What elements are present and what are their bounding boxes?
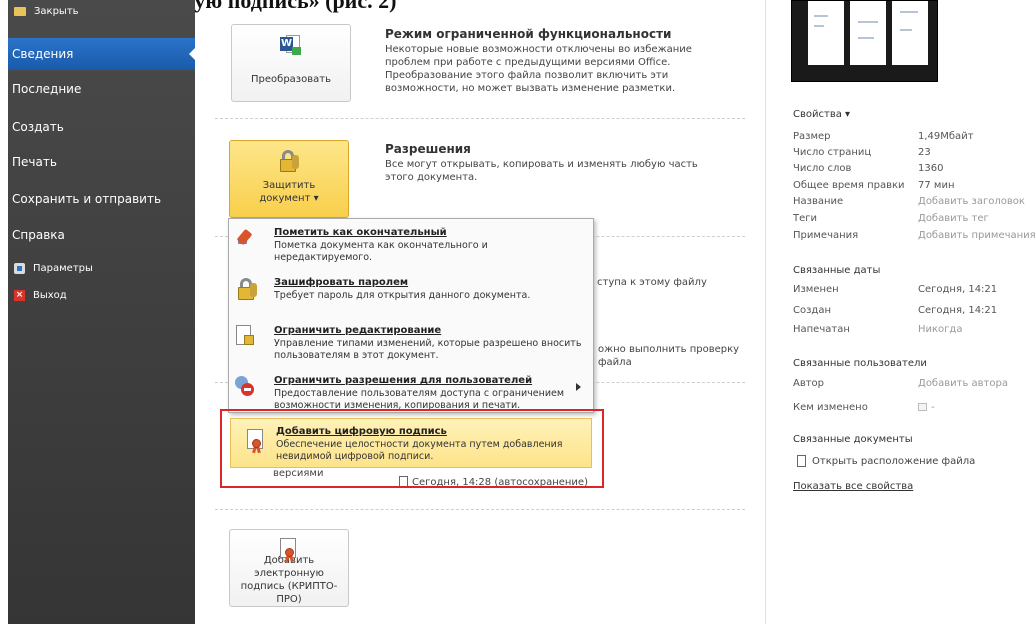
sidebar-item-label: Сохранить и отправить xyxy=(12,192,162,206)
sidebar-item-exit[interactable]: × Выход xyxy=(8,286,195,304)
options-icon xyxy=(14,262,25,274)
sidebar-item-label: Сведения xyxy=(12,47,74,61)
document-icon xyxy=(797,455,806,467)
folder-icon xyxy=(14,6,26,16)
convert-button[interactable]: W Преобразовать xyxy=(231,24,351,102)
exit-icon: × xyxy=(14,289,25,301)
document-preview-thumbnail[interactable] xyxy=(791,0,938,82)
file-text-fragment: файла xyxy=(598,357,632,368)
prop-key: Название xyxy=(793,196,844,207)
prop-key: Автор xyxy=(793,378,825,389)
sidebar-item-label: Параметры xyxy=(33,262,93,274)
sidebar-item-label: Печать xyxy=(12,155,57,169)
menu-item-desc: Требует пароль для открытия данного доку… xyxy=(274,290,531,301)
sidebar-item-help[interactable]: Справка xyxy=(8,219,195,251)
related-docs-title: Связанные документы xyxy=(793,434,913,445)
prop-key: Напечатан xyxy=(793,324,850,335)
permissions-title: Разрешения xyxy=(385,142,471,156)
add-tag-field[interactable]: Добавить тег xyxy=(918,213,989,224)
add-comments-field[interactable]: Добавить примечания xyxy=(918,230,1036,241)
sidebar-item-label: Создать xyxy=(12,120,64,134)
menu-item-desc: Управление типами изменений, которые раз… xyxy=(274,338,582,361)
menu-item-encrypt-password[interactable]: Зашифровать паролем Требует пароль для о… xyxy=(229,271,593,311)
access-text-fragment: ступа к этому файлу xyxy=(597,277,707,288)
prop-value: 23 xyxy=(918,147,931,158)
properties-dropdown[interactable]: Свойства ▾ xyxy=(793,109,850,120)
menu-item-restrict-editing[interactable]: Ограничить редактирование Управление тип… xyxy=(229,319,593,361)
protect-label-line2: документ ▾ xyxy=(259,193,319,204)
certificate-icon xyxy=(278,538,300,563)
prop-key: Кем изменено xyxy=(793,402,868,413)
prop-key: Теги xyxy=(793,213,818,224)
permissions-text: Все могут открывать, копировать и изменя… xyxy=(385,159,698,183)
annotation-highlight-box xyxy=(220,409,604,488)
compat-title: Режим ограниченной функциональности xyxy=(385,27,672,41)
sidebar-item-label: Выход xyxy=(33,289,67,301)
menu-item-restrict-permissions[interactable]: Ограничить разрешения для пользователей … xyxy=(229,369,593,411)
sidebar-item-save-send[interactable]: Сохранить и отправить xyxy=(8,183,195,215)
compat-text: Некоторые новые возможности отключены во… xyxy=(385,44,692,94)
menu-item-title: Ограничить разрешения для пользователей xyxy=(274,375,533,386)
prop-key: Число страниц xyxy=(793,147,872,158)
prop-value: 77 мин xyxy=(918,180,955,191)
prop-value: Сегодня, 14:21 xyxy=(918,284,998,295)
sidebar-item-label: Последние xyxy=(12,82,82,96)
sidebar-item-recent[interactable]: Последние xyxy=(8,73,195,105)
protect-document-button[interactable]: Защитить документ ▾ xyxy=(229,140,349,218)
user-placeholder-icon xyxy=(918,403,927,411)
sidebar-close[interactable]: Закрыть xyxy=(8,0,195,22)
menu-item-mark-final[interactable]: Пометить как окончательный Пометка докум… xyxy=(229,221,593,263)
section-divider xyxy=(215,509,745,510)
sidebar-item-info[interactable]: Сведения xyxy=(8,38,196,70)
sidebar-item-new[interactable]: Создать xyxy=(8,111,195,143)
protect-document-menu: Пометить как окончательный Пометка докум… xyxy=(228,218,594,413)
sidebar-close-label: Закрыть xyxy=(34,5,79,17)
modified-by-value: - xyxy=(918,402,935,413)
sidebar-item-print[interactable]: Печать xyxy=(8,146,195,178)
backstage-sidebar: Закрыть Сведения Последние Создать Печат… xyxy=(8,0,196,624)
encrypt-lock-icon xyxy=(235,277,259,301)
word-convert-icon: W xyxy=(280,35,302,57)
crypto-label-line2: подпись (КРИПТО-ПРО) xyxy=(240,581,338,605)
prop-value: 1360 xyxy=(918,163,944,174)
prop-value: Сегодня, 14:21 xyxy=(918,305,998,316)
add-title-field[interactable]: Добавить заголовок xyxy=(918,196,1025,207)
open-file-location-link[interactable]: Открыть расположение файла xyxy=(797,455,975,467)
section-divider xyxy=(215,118,745,119)
menu-item-desc: Пометка документа как окончательного и н… xyxy=(274,240,488,263)
menu-item-title: Пометить как окончательный xyxy=(274,227,447,238)
prop-key: Общее время правки xyxy=(793,180,905,191)
prop-key: Размер xyxy=(793,131,831,142)
menu-item-title: Зашифровать паролем xyxy=(274,277,409,288)
prop-key: Создан xyxy=(793,305,831,316)
related-dates-title: Связанные даты xyxy=(793,265,881,276)
prop-value: 1,49Мбайт xyxy=(918,131,974,142)
protect-label-line1: Защитить xyxy=(262,180,316,191)
related-people-title: Связанные пользователи xyxy=(793,358,927,369)
prop-key: Число слов xyxy=(793,163,852,174)
restrict-editing-icon xyxy=(235,325,257,349)
prop-key: Изменен xyxy=(793,284,839,295)
sidebar-item-options[interactable]: Параметры xyxy=(8,259,195,277)
open-location-label: Открыть расположение файла xyxy=(812,455,976,467)
lock-key-icon xyxy=(277,149,301,173)
sidebar-item-label: Справка xyxy=(12,228,65,242)
add-crypto-pro-signature-button[interactable]: Добавить электронную подпись (КРИПТО-ПРО… xyxy=(229,529,349,607)
add-author-field[interactable]: Добавить автора xyxy=(918,378,1008,389)
menu-item-title: Ограничить редактирование xyxy=(274,325,442,336)
panel-divider xyxy=(765,0,766,624)
modified-by-text: - xyxy=(931,402,935,413)
prop-key: Примечания xyxy=(793,230,859,241)
show-all-properties-link[interactable]: Показать все свойства xyxy=(793,481,913,492)
prop-value: Никогда xyxy=(918,324,963,335)
submenu-arrow-icon xyxy=(576,383,581,391)
restrict-permissions-icon xyxy=(235,375,257,397)
check-text-fragment: ожно выполнить проверку xyxy=(598,344,740,355)
mark-final-icon xyxy=(236,228,253,246)
convert-button-label: Преобразовать xyxy=(251,74,331,85)
